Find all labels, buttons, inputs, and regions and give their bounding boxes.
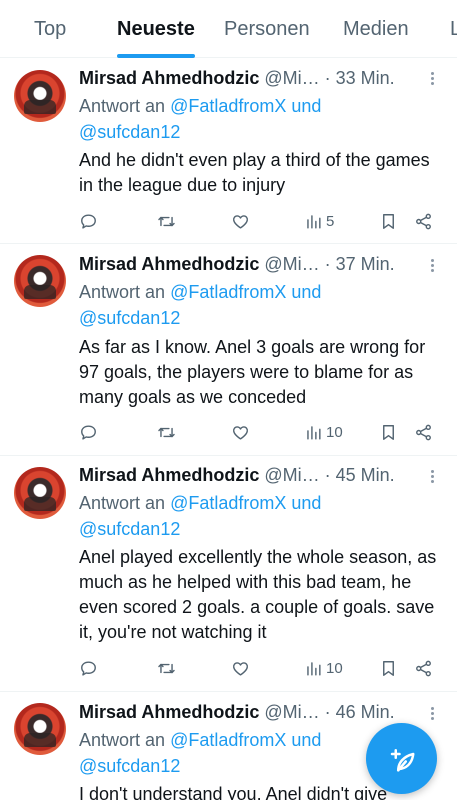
avatar[interactable] [14,703,66,755]
views-count: 10 [326,423,343,441]
views-count: 5 [326,212,335,230]
like-button[interactable] [231,656,250,680]
author-name[interactable]: Mirsad Ahmedhodzic [79,702,259,722]
avatar[interactable] [14,255,66,307]
repost-button[interactable] [157,209,176,233]
more-options-icon[interactable] [431,70,435,88]
mention-link[interactable]: @FatladfromX und [170,493,321,513]
search-tabs: Top Neueste Personen Medien L [0,0,457,58]
tweet[interactable]: Mirsad Ahmedhodzic @Mi… · 33 Min. Antwor… [0,58,457,244]
bookmark-button[interactable] [379,656,398,680]
reply-prefix: Antwort an [79,96,166,116]
views-button[interactable]: 10 [304,656,343,680]
bookmark-icon [383,424,394,440]
share-icon [416,660,431,676]
views-count: 10 [326,659,343,677]
author-handle[interactable]: @Mi… [264,465,319,485]
views-button[interactable]: 10 [304,420,343,444]
timestamp[interactable]: · 46 Min. [325,702,395,722]
avatar[interactable] [14,70,66,122]
tab-media[interactable]: Medien [343,0,409,58]
views-button[interactable]: 5 [304,209,334,233]
mention-link[interactable]: @FatladfromX und [170,730,321,750]
compose-post-button[interactable] [366,723,437,794]
share-button[interactable] [414,656,433,680]
tweet-header: Mirsad Ahmedhodzic @Mi… · 33 Min. [79,65,441,91]
share-icon [416,424,431,440]
bookmark-button[interactable] [379,420,398,444]
tab-lists[interactable]: L [450,0,457,58]
share-button[interactable] [414,420,433,444]
reply-button[interactable] [79,656,98,680]
heart-icon [233,425,248,440]
compose-feather-plus-icon [390,748,414,771]
mention-link[interactable]: @sufcdan12 [79,308,180,328]
tweet-text: And he didn't even play a third of the g… [79,150,430,195]
repost-icon [158,216,175,226]
reply-prefix: Antwort an [79,282,166,302]
heart-icon [233,214,248,229]
author-handle[interactable]: @Mi… [264,702,319,722]
timestamp[interactable]: · 45 Min. [325,465,395,485]
avatar[interactable] [14,467,66,519]
bookmark-button[interactable] [379,209,398,233]
more-options-icon[interactable] [431,257,435,275]
reply-to-line: Antwort an @FatladfromX und @sufcdan12 [79,279,441,331]
heart-icon [233,661,248,676]
reply-button[interactable] [79,209,98,233]
repost-button[interactable] [157,656,176,680]
tab-latest[interactable]: Neueste [117,0,195,58]
tweet-header: Mirsad Ahmedhodzic @Mi… · 45 Min. [79,462,441,488]
repost-icon [158,427,175,437]
reply-icon [81,213,96,229]
reply-prefix: Antwort an [79,493,166,513]
mention-link[interactable]: @sufcdan12 [79,519,180,539]
tweet-actions: 10 [79,656,439,680]
share-icon [416,213,431,229]
like-button[interactable] [231,420,250,444]
tab-latest-label: Neueste [117,18,195,40]
mention-link[interactable]: @FatladfromX und [170,282,321,302]
bookmark-icon [383,660,394,676]
mention-link[interactable]: @sufcdan12 [79,756,180,776]
tweet-header: Mirsad Ahmedhodzic @Mi… · 46 Min. [79,699,441,725]
repost-icon [158,663,175,673]
reply-to-line: Antwort an @FatladfromX und @sufcdan12 [79,93,441,145]
reply-icon [81,424,96,440]
author-handle[interactable]: @Mi… [264,254,319,274]
views-chart-icon [307,214,321,229]
tweet-text: Anel played excellently the whole season… [79,547,437,642]
author-name[interactable]: Mirsad Ahmedhodzic [79,68,259,88]
author-handle[interactable]: @Mi… [264,68,319,88]
mention-link[interactable]: @FatladfromX und [170,96,321,116]
mention-link[interactable]: @sufcdan12 [79,122,180,142]
tweet[interactable]: Mirsad Ahmedhodzic @Mi… · 45 Min. Antwor… [0,456,457,692]
tweet-actions: 5 [79,209,439,233]
tweet-header: Mirsad Ahmedhodzic @Mi… · 37 Min. [79,251,441,277]
like-button[interactable] [231,209,250,233]
tweet-text: As far as I know. Anel 3 goals are wrong… [79,337,426,407]
views-chart-icon [307,661,321,676]
timestamp[interactable]: · 37 Min. [325,254,395,274]
tweet[interactable]: Mirsad Ahmedhodzic @Mi… · 37 Min. Antwor… [0,244,457,456]
share-button[interactable] [414,209,433,233]
author-name[interactable]: Mirsad Ahmedhodzic [79,465,259,485]
author-name[interactable]: Mirsad Ahmedhodzic [79,254,259,274]
tab-people[interactable]: Personen [224,0,310,58]
timestamp[interactable]: · 33 Min. [325,68,395,88]
more-options-icon[interactable] [431,705,435,723]
tweet-actions: 10 [79,420,439,444]
reply-icon [81,660,96,676]
reply-button[interactable] [79,420,98,444]
repost-button[interactable] [157,420,176,444]
more-options-icon[interactable] [431,468,435,486]
views-chart-icon [307,425,321,440]
bookmark-icon [383,213,394,229]
tab-top[interactable]: Top [34,0,66,58]
reply-prefix: Antwort an [79,730,166,750]
reply-to-line: Antwort an @FatladfromX und @sufcdan12 [79,490,441,542]
